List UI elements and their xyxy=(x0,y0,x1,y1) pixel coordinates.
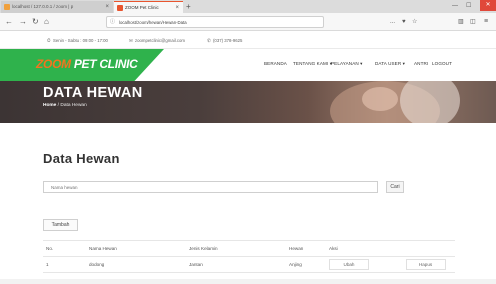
home-icon[interactable]: ⌂ xyxy=(44,16,49,28)
menu-beranda[interactable]: BERANDA xyxy=(264,61,287,66)
mail-icon: ✉ xyxy=(129,38,133,43)
table-row: 1 dodong Jantan Anjing Ubah Hapus xyxy=(43,256,455,273)
breadcrumb-home[interactable]: Home xyxy=(43,103,56,108)
contact-info-bar: ⏱ Senin - Sabtu : 09:00 - 17:00 ✉ zoompe… xyxy=(0,32,496,49)
back-icon[interactable]: ← xyxy=(5,16,13,28)
menu-pelayanan[interactable]: PELAYANAN ▾ xyxy=(331,61,363,67)
add-button[interactable]: Tambah xyxy=(43,219,78,231)
cell-nama-hewan: dodong xyxy=(86,256,186,273)
browser-tab-phpmyadmin[interactable]: localhost / 127.0.0.1 / zoom | p × xyxy=(1,1,113,13)
reload-icon[interactable]: ↻ xyxy=(32,16,39,28)
tab-title: localhost / 127.0.0.1 / zoom | p xyxy=(12,4,74,9)
cell-no: 1 xyxy=(43,256,86,273)
maximize-icon[interactable]: ☐ xyxy=(466,0,471,12)
edit-button[interactable]: Ubah xyxy=(329,259,369,270)
search-button[interactable]: Cari xyxy=(386,181,404,193)
pocket-icon[interactable]: ♥ xyxy=(402,16,406,28)
menu-antri[interactable]: ANTRI xyxy=(414,61,428,66)
opening-hours: Senin - Sabtu : 09:00 - 17:00 xyxy=(53,38,108,43)
window-close-icon[interactable]: ✕ xyxy=(480,0,496,11)
page-actions-icon[interactable]: ... xyxy=(390,16,395,28)
minimize-icon[interactable]: — xyxy=(452,0,458,12)
breadcrumb-separator: / xyxy=(57,103,60,108)
menu-logout[interactable]: LOGOUT xyxy=(432,61,452,66)
table-header-row: No. Nama Hewan Jenis Kelamin Hewan Aksi xyxy=(43,240,455,257)
close-tab-icon[interactable]: × xyxy=(175,2,179,13)
forward-icon[interactable]: → xyxy=(19,16,27,28)
menu-tentang-kami[interactable]: TENTANG KAMI ▾ xyxy=(293,61,332,67)
bookmark-star-icon[interactable]: ☆ xyxy=(412,16,417,28)
clock-icon: ⏱ xyxy=(47,38,51,43)
tab-favicon-icon xyxy=(4,4,10,10)
browser-nav-bar: ← → ↻ ⌂ ⓘ localhost/zoom/hewan/Hewan-Dat… xyxy=(0,13,496,31)
column-header-nama-hewan: Nama Hewan xyxy=(86,240,186,257)
breadcrumb: Home / Data Hewan xyxy=(43,103,87,108)
column-header-no: No. xyxy=(43,240,86,257)
tab-favicon-icon xyxy=(117,5,123,11)
hero-photo-shape xyxy=(362,87,398,111)
page-bottom-edge xyxy=(0,279,496,284)
browser-tab-zoom[interactable]: ZOOM Pet Clinic × xyxy=(114,1,183,13)
tab-title: ZOOM Pet Clinic xyxy=(125,5,159,10)
site-info-icon[interactable]: ⓘ xyxy=(110,17,115,27)
site-logo[interactable]: ZOOM PET CLINIC xyxy=(36,57,138,71)
phone-icon: ✆ xyxy=(207,38,211,43)
hero-title: DATA HEWAN xyxy=(43,85,143,101)
breadcrumb-current: Data Hewan xyxy=(60,103,87,108)
sidebar-icon[interactable]: ◫ xyxy=(470,16,476,28)
cell-aksi: Ubah Hapus xyxy=(326,256,455,273)
column-header-aksi: Aksi xyxy=(326,240,455,257)
column-header-jenis-kelamin: Jenis Kelamin xyxy=(186,240,286,257)
cell-hewan: Anjing xyxy=(286,256,326,273)
close-tab-icon[interactable]: × xyxy=(105,1,109,13)
new-tab-button[interactable]: + xyxy=(186,0,191,13)
hamburger-menu-icon[interactable]: ≡ xyxy=(484,16,488,28)
column-header-hewan: Hewan xyxy=(286,240,326,257)
menu-data-user[interactable]: DATA USER ▾ xyxy=(375,61,405,67)
library-icon[interactable]: ▥ xyxy=(458,16,464,28)
contact-email: zoompetclinic@gmail.com xyxy=(135,38,185,43)
address-bar[interactable]: ⓘ localhost/zoom/hewan/Hewan-Data xyxy=(106,16,324,28)
contact-phone: (037) 378-9625 xyxy=(213,38,243,43)
hero-photo-shape xyxy=(400,81,460,123)
delete-button[interactable]: Hapus xyxy=(405,259,446,270)
page-title: Data Hewan xyxy=(43,151,120,166)
hewan-table: No. Nama Hewan Jenis Kelamin Hewan Aksi … xyxy=(43,240,455,273)
url-text: localhost/zoom/hewan/Hewan-Data xyxy=(119,20,187,25)
cell-jenis-kelamin: Jantan xyxy=(186,256,286,273)
search-input[interactable] xyxy=(43,181,378,193)
